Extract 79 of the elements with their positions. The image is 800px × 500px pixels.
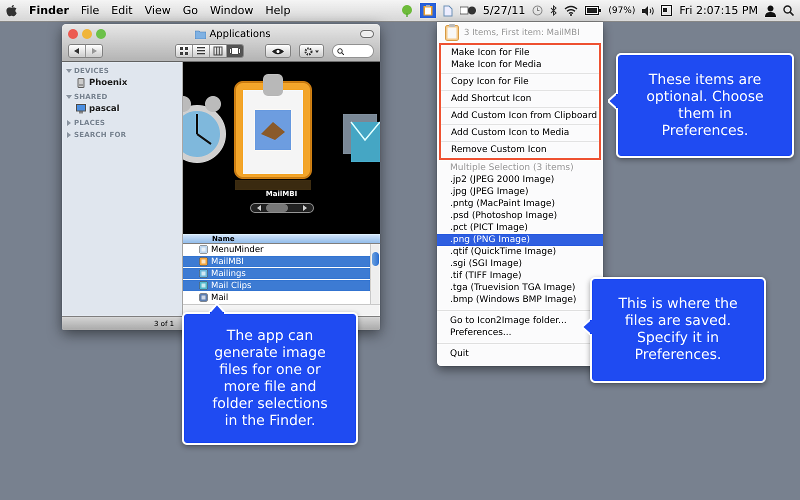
- back-arrow-icon[interactable]: [74, 48, 80, 54]
- file-name: Mail: [211, 292, 228, 303]
- window-title: Applications: [209, 28, 271, 40]
- file-row[interactable]: MailMBI: [183, 256, 370, 268]
- menu-item[interactable]: .sgi (SGI Image): [437, 258, 603, 270]
- view-button[interactable]: [226, 45, 243, 57]
- battery-percentage[interactable]: (97%): [608, 6, 636, 16]
- file-name: Mail Clips: [211, 280, 252, 291]
- menu-section-heading: Multiple Selection (3 items): [449, 162, 575, 174]
- menu-item[interactable]: .pntg (MacPaint Image): [437, 198, 603, 210]
- toolbar-toggle-button[interactable]: [360, 30, 374, 38]
- coverflow-scroller[interactable]: [250, 203, 314, 213]
- file-name: MenuMinder: [211, 244, 264, 255]
- menu-item[interactable]: .psd (Photoshop Image): [437, 210, 603, 222]
- view-mode-icon[interactable]: [196, 46, 206, 56]
- hard-drive-icon: [76, 78, 86, 88]
- callout-tooltip: This is where the files are saved. Specify it in Preferences.: [590, 277, 766, 383]
- menu-title[interactable]: Window: [210, 4, 254, 17]
- folder-icon: [195, 30, 206, 38]
- search-icon[interactable]: [783, 5, 794, 16]
- sidebar-item[interactable]: Phoenix: [89, 78, 128, 88]
- view-mode-icon[interactable]: [179, 46, 189, 56]
- file-name: MailMBI: [211, 256, 244, 267]
- eye-icon[interactable]: [272, 48, 284, 54]
- view-button[interactable]: [209, 45, 226, 57]
- menu-item[interactable]: .png (PNG Image): [437, 234, 603, 246]
- menu-bar-date[interactable]: 5/27/11: [482, 4, 526, 17]
- menu-item[interactable]: Remove Custom Icon: [451, 144, 599, 156]
- file-row[interactable]: MenuMinder: [183, 244, 370, 256]
- app-menu[interactable]: Finder: [29, 4, 69, 17]
- quick-look-button[interactable]: [265, 44, 291, 58]
- close-button[interactable]: [68, 29, 78, 39]
- window-icon[interactable]: [661, 5, 672, 16]
- menu-title[interactable]: View: [144, 4, 171, 17]
- file-name: Mailings: [211, 268, 246, 279]
- view-mode-icon[interactable]: [213, 46, 223, 56]
- menu-title[interactable]: File: [80, 4, 100, 17]
- menu-item[interactable]: .jp2 (JPEG 2000 Image): [437, 174, 603, 186]
- menu-bar-clock[interactable]: Fri 2:07:15 PM: [679, 4, 758, 17]
- menu-item[interactable]: .pct (PICT Image): [437, 222, 603, 234]
- action-menu-button[interactable]: [299, 44, 324, 58]
- search-field[interactable]: [332, 44, 374, 58]
- view-button[interactable]: [176, 45, 192, 57]
- menu-header: 3 Items, First item: MailMBI: [464, 28, 580, 38]
- view-button[interactable]: [192, 45, 209, 57]
- monitor-icon: [76, 104, 86, 114]
- menu-item[interactable]: .jpg (JPEG Image): [437, 186, 603, 198]
- document-icon[interactable]: [442, 4, 453, 16]
- search-icon[interactable]: [337, 48, 344, 54]
- sidebar-item[interactable]: pascal: [89, 104, 120, 114]
- menu-title[interactable]: Go: [182, 4, 198, 17]
- menu-item[interactable]: Make Icon for Media: [451, 59, 599, 71]
- callout-tooltip: These items are optional. Choose them in Preferences.: [616, 53, 794, 158]
- menu-item[interactable]: Copy Icon for File: [451, 76, 599, 88]
- menu-title[interactable]: Edit: [111, 4, 133, 17]
- callout-pointer: [208, 304, 226, 314]
- scroll-bar[interactable]: [370, 244, 380, 304]
- menu-item[interactable]: Add Shortcut Icon: [451, 93, 599, 105]
- user-icon[interactable]: [765, 4, 776, 16]
- menu-item[interactable]: Make Icon for File: [451, 47, 599, 59]
- callout-tooltip: The app can generate image files for one or more file and folder selections in the Finder.: [182, 312, 358, 445]
- file-row[interactable]: Mail: [183, 292, 370, 304]
- menu-item[interactable]: Add Custom Icon to Media: [451, 127, 599, 139]
- menu-title[interactable]: Help: [265, 4, 290, 17]
- file-row[interactable]: Mailings: [183, 268, 370, 280]
- view-mode-icon[interactable]: [230, 46, 240, 56]
- gear-icon[interactable]: [304, 46, 319, 56]
- menu-item[interactable]: .qtif (QuickTime Image): [437, 246, 603, 258]
- apple-logo-icon[interactable]: [6, 4, 17, 16]
- callout-pointer: [582, 318, 592, 336]
- callout-pointer: [608, 92, 618, 110]
- menu-item[interactable]: Add Custom Icon from Clipboard: [451, 110, 599, 122]
- volume-icon[interactable]: [642, 6, 654, 16]
- file-row[interactable]: Mail Clips: [183, 280, 370, 292]
- wifi-icon[interactable]: [564, 5, 578, 16]
- battery-icon[interactable]: [585, 6, 602, 15]
- clock-icon[interactable]: [532, 5, 544, 16]
- bluetooth-icon[interactable]: [550, 5, 558, 16]
- clipboard-icon[interactable]: [422, 5, 433, 16]
